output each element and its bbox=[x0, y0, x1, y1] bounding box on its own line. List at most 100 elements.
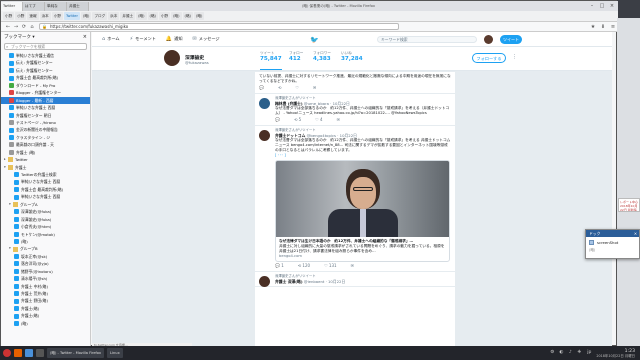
tab-4[interactable]: 弁護士 bbox=[67, 2, 89, 11]
tweet-avatar[interactable] bbox=[259, 98, 270, 109]
bookmark-item[interactable]: 深澤諭史(@fuka) bbox=[1, 208, 90, 215]
bookmark-item[interactable]: 弁護士 (略) bbox=[1, 149, 90, 156]
bookmark-item[interactable]: 落合洋司(@yjo) bbox=[1, 260, 90, 267]
maximize-button[interactable]: □ bbox=[598, 2, 606, 10]
dm-icon[interactable]: ✉ bbox=[337, 116, 340, 123]
stat-followers[interactable]: フォロワー 4,383 bbox=[313, 51, 331, 62]
more-options-icon[interactable]: ⋮ bbox=[512, 54, 517, 60]
firefox-icon[interactable] bbox=[14, 349, 22, 357]
start-menu-icon[interactable] bbox=[3, 349, 11, 357]
nav-home[interactable]: ⌂ ホーム bbox=[102, 36, 120, 42]
nav-moments[interactable]: ⚡ モーメント bbox=[130, 36, 156, 42]
twitter-search-input[interactable]: キーワード検索 bbox=[377, 36, 477, 43]
dm-icon[interactable]: ✉ bbox=[313, 84, 316, 91]
nav-messages[interactable]: ✉ メッセージ bbox=[193, 36, 220, 42]
home-button[interactable]: ⌂ bbox=[28, 23, 36, 31]
bookmark-item[interactable]: クラスタライン - ジ bbox=[1, 134, 90, 141]
reply-icon[interactable]: 💬 bbox=[259, 84, 264, 91]
bookmark-item[interactable]: 弁護士 荒井(略) bbox=[1, 290, 90, 297]
stat-likes[interactable]: いいね 37,284 bbox=[341, 51, 363, 62]
like-icon[interactable]: ♡ bbox=[295, 84, 299, 91]
clock[interactable]: 1:23 2018年10月22日 月曜日 bbox=[596, 349, 635, 358]
bookmark-toolbar-item[interactable]: 速報 bbox=[27, 12, 39, 20]
bookmark-toolbar-item[interactable]: (略) bbox=[80, 12, 92, 20]
bookmark-item[interactable]: 弁護士会 最高裁判所(略) bbox=[1, 186, 90, 193]
retweet-icon[interactable]: ⟲ bbox=[278, 84, 281, 91]
profile-avatar[interactable] bbox=[163, 49, 181, 67]
bookmark-item[interactable]: モトケン(@motok) bbox=[1, 231, 90, 238]
bookmark-toolbar-item[interactable]: 浜本 bbox=[39, 12, 51, 20]
link-card[interactable]: なぜ法律ダマは生け日本語のか 約12万件、弁護士への組織的な「懲戒請求」… 弁護… bbox=[275, 160, 450, 262]
volume-icon[interactable]: ♪ bbox=[567, 350, 573, 356]
tweet-item[interactable]: 深澤諭史さんがリツイート 弁護士ドットコム @bengo4topics · 10… bbox=[255, 126, 455, 272]
reload-button[interactable]: ⟳ bbox=[20, 23, 28, 31]
tweet-author[interactable]: 弁護士 深澤(略) bbox=[275, 279, 303, 284]
tweet-item[interactable]: 深澤諭史さんがリツイート 梅林豊 (弁護士) @ume_bbara · 10月2… bbox=[255, 94, 455, 126]
bookmark-item[interactable]: 猪野亨(@inotoru) bbox=[1, 268, 90, 275]
bookmark-item[interactable]: 単純いさな弁護士 西暦 bbox=[1, 178, 90, 185]
tweet-more-link[interactable]: [ ･･･ ] bbox=[275, 153, 451, 158]
reply-icon[interactable]: 💬 bbox=[275, 116, 280, 123]
popup-close-icon[interactable]: ✕ bbox=[634, 230, 637, 237]
tab-hatebu[interactable]: はてブ bbox=[23, 2, 45, 11]
popup-item[interactable]: screenShot bbox=[586, 237, 639, 248]
stat-tweets[interactable]: ツイート 75,847 bbox=[260, 51, 282, 70]
bookmark-item[interactable]: Twitterの弁護士検索 bbox=[1, 171, 90, 178]
twitter-bird-icon[interactable]: 🐦 bbox=[310, 36, 319, 44]
bookmark-item[interactable]: ダウンロード - My Pro bbox=[1, 82, 90, 89]
stat-following[interactable]: フォロー 412 bbox=[289, 51, 303, 62]
bookmark-item[interactable]: 伝え: 弁護権センター bbox=[1, 59, 90, 66]
brightness-icon[interactable]: ◐ bbox=[558, 350, 564, 356]
files-icon[interactable] bbox=[25, 349, 33, 357]
account-avatar[interactable] bbox=[484, 35, 493, 44]
tweet-avatar[interactable] bbox=[259, 130, 270, 141]
bookmark-item[interactable]: 単純いさな弁護士通信 bbox=[1, 52, 90, 59]
input-method-icon[interactable]: jp bbox=[585, 350, 593, 356]
tweet-button[interactable]: ツイート bbox=[500, 35, 522, 44]
bookmark-search-input[interactable]: ブックマークを検索 bbox=[4, 43, 87, 50]
forward-button[interactable]: → bbox=[12, 23, 20, 31]
reply-icon[interactable]: 💬 1 bbox=[275, 262, 284, 269]
download-icon[interactable]: ⬇ bbox=[598, 23, 608, 31]
bookmark-toolbar-item[interactable]: (略) bbox=[136, 12, 147, 20]
bookmark-folder[interactable]: ▾ グループB bbox=[1, 245, 90, 252]
bookmark-item[interactable]: 弁護士(略) bbox=[1, 305, 90, 312]
bookmark-item[interactable]: 弁護士会 最高裁判所(略) bbox=[1, 74, 90, 81]
bookmark-item[interactable]: 清水陽平(@sh) bbox=[1, 275, 90, 282]
bookmark-toolbar-item[interactable]: 浜本 bbox=[108, 12, 120, 20]
bookmark-item[interactable]: (略) bbox=[1, 320, 90, 327]
close-button[interactable]: × bbox=[608, 2, 616, 10]
bookmark-toolbar-item[interactable]: 小野 bbox=[158, 12, 171, 20]
sidebar-title[interactable]: ブックマーク ▾ bbox=[4, 34, 35, 40]
dm-icon[interactable]: ✉ bbox=[351, 262, 354, 269]
bookmark-item[interactable]: (略) bbox=[1, 238, 90, 245]
bookmark-toolbar-item[interactable]: Twitter bbox=[63, 12, 80, 20]
bookmark-item[interactable]: 弁護士 中村(略) bbox=[1, 283, 90, 290]
bookmark-toolbar-item[interactable]: ブログ bbox=[92, 12, 108, 20]
bookmark-item[interactable]: 坂本正幸(@sk) bbox=[1, 253, 90, 260]
like-icon[interactable]: ♡ 4 bbox=[315, 116, 322, 123]
bookmark-item[interactable]: Blogger - 弁護権センター bbox=[1, 89, 90, 96]
bookmark-toolbar-item[interactable]: (略) bbox=[182, 12, 193, 20]
settings-icon[interactable]: ⚙ bbox=[549, 350, 555, 356]
bookmark-item[interactable]: テストページ - /hirano bbox=[1, 119, 90, 126]
bookmark-item[interactable]: 単純いさな弁護士 西暦 bbox=[1, 193, 90, 200]
retweet-icon[interactable]: ⟲ 120 bbox=[298, 262, 310, 269]
tweet-avatar[interactable] bbox=[259, 276, 270, 287]
bookmark-item[interactable]: 伝え: 弁護権センター bbox=[1, 67, 90, 74]
bookmark-toolbar-item[interactable]: (略) bbox=[171, 12, 182, 20]
bookmark-star-icon[interactable]: ★ bbox=[588, 23, 598, 31]
retweet-icon[interactable]: ⟲ 5 bbox=[294, 116, 301, 123]
like-icon[interactable]: ♡ 131 bbox=[324, 262, 337, 269]
bookmark-folder[interactable]: ▸ Twitter bbox=[1, 156, 90, 163]
bookmark-folder[interactable]: ▾ 弁護士 bbox=[1, 164, 90, 171]
bookmark-item[interactable]: Blogger - 最新 - 西暦 bbox=[1, 96, 90, 105]
bookmark-item[interactable]: 最高裁の口頭弁論 - 天 bbox=[1, 141, 90, 148]
bookmark-item[interactable]: 弁護権センター 朝日 bbox=[1, 112, 90, 119]
bookmark-toolbar-item[interactable]: 弁護士 bbox=[120, 12, 136, 20]
bookmark-item[interactable]: 小倉秀夫(@hkm) bbox=[1, 223, 90, 230]
follow-button[interactable]: フォローする bbox=[472, 53, 506, 63]
bookmark-toolbar-item[interactable]: 小野 bbox=[15, 12, 27, 20]
terminal-icon[interactable] bbox=[36, 349, 44, 357]
minimize-button[interactable]: – bbox=[588, 2, 596, 10]
